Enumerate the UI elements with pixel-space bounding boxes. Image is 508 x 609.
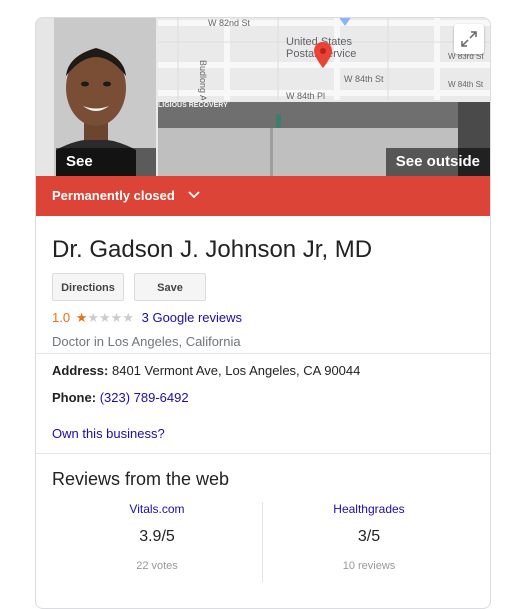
map-label-street3: W 84th Pl (286, 91, 326, 100)
map-thumbnail[interactable]: W 82nd St United States Postal Service W… (158, 18, 490, 100)
expand-map-button[interactable] (454, 24, 484, 54)
see-photos-label[interactable]: See photos (56, 148, 156, 176)
phone-label: Phone: (52, 390, 97, 405)
star-rating: ★★★★★ (76, 310, 138, 325)
map-label-street5: W 84th St (448, 80, 484, 89)
map-label-street1: W 82nd St (208, 18, 251, 28)
see-outside-label[interactable]: See outside (385, 148, 490, 176)
address-value[interactable]: 8401 Vermont Ave, Los Angeles, CA 90044 (112, 363, 360, 378)
review-count: 10 reviews (342, 560, 396, 572)
review-count: 22 votes (136, 560, 178, 572)
review-score: 3.9/5 (139, 528, 175, 545)
address-label: Address: (52, 363, 109, 378)
reviews-from-web-title: Reviews from the web (52, 469, 230, 489)
divider (36, 353, 490, 354)
street-view-sign: LIGIOUS RECOVERY (158, 102, 228, 109)
review-score: 3/5 (357, 528, 381, 545)
rating-value: 1.0 (52, 310, 71, 325)
business-category: Doctor in Los Angeles, California (52, 334, 241, 349)
divider (36, 453, 490, 454)
review-source-vitals: Vitals.com 3.9/5 22 votes (52, 502, 262, 572)
star-empty-icon: ★ (110, 310, 123, 325)
map-pin-icon (314, 42, 332, 68)
phone-row: Phone: (323) 789-6492 (52, 390, 189, 405)
street-view-thumbnail[interactable]: LIGIOUS RECOVERY See outside (158, 102, 490, 176)
star-empty-icon: ★ (122, 310, 134, 325)
map-label-avenue: Budlong Ave (198, 60, 208, 100)
expand-icon (461, 31, 477, 47)
star-empty-icon: ★ (99, 310, 111, 325)
map-marker-icon (339, 18, 351, 26)
media-strip: See photos W 8 (36, 18, 490, 176)
save-button[interactable]: Save (134, 273, 206, 301)
chevron-down-icon (188, 191, 200, 199)
directions-button[interactable]: Directions (52, 273, 124, 301)
star-filled-icon: ★ (75, 310, 88, 325)
knowledge-panel: See photos W 8 (35, 17, 491, 609)
address-row: Address: 8401 Vermont Ave, Los Angeles, … (52, 363, 360, 378)
phone-link[interactable]: (323) 789-6492 (100, 390, 189, 405)
permanently-closed-bar[interactable]: Permanently closed (36, 176, 490, 216)
map-label-street2: W 84th St (344, 74, 384, 84)
star-empty-icon: ★ (87, 310, 100, 325)
review-source-link[interactable]: Healthgrades (264, 502, 474, 516)
business-photo[interactable]: See photos (36, 18, 156, 176)
closed-status-label: Permanently closed (52, 188, 175, 203)
google-reviews-link[interactable]: 3 Google reviews (142, 310, 242, 325)
rating-row: 1.0 ★★★★★ 3 Google reviews (52, 310, 242, 326)
column-divider (262, 502, 263, 582)
review-source-healthgrades: Healthgrades 3/5 10 reviews (264, 502, 474, 572)
business-name: Dr. Gadson J. Johnson Jr, MD (52, 236, 373, 263)
own-business-link[interactable]: Own this business? (52, 426, 165, 441)
review-source-link[interactable]: Vitals.com (52, 502, 262, 516)
